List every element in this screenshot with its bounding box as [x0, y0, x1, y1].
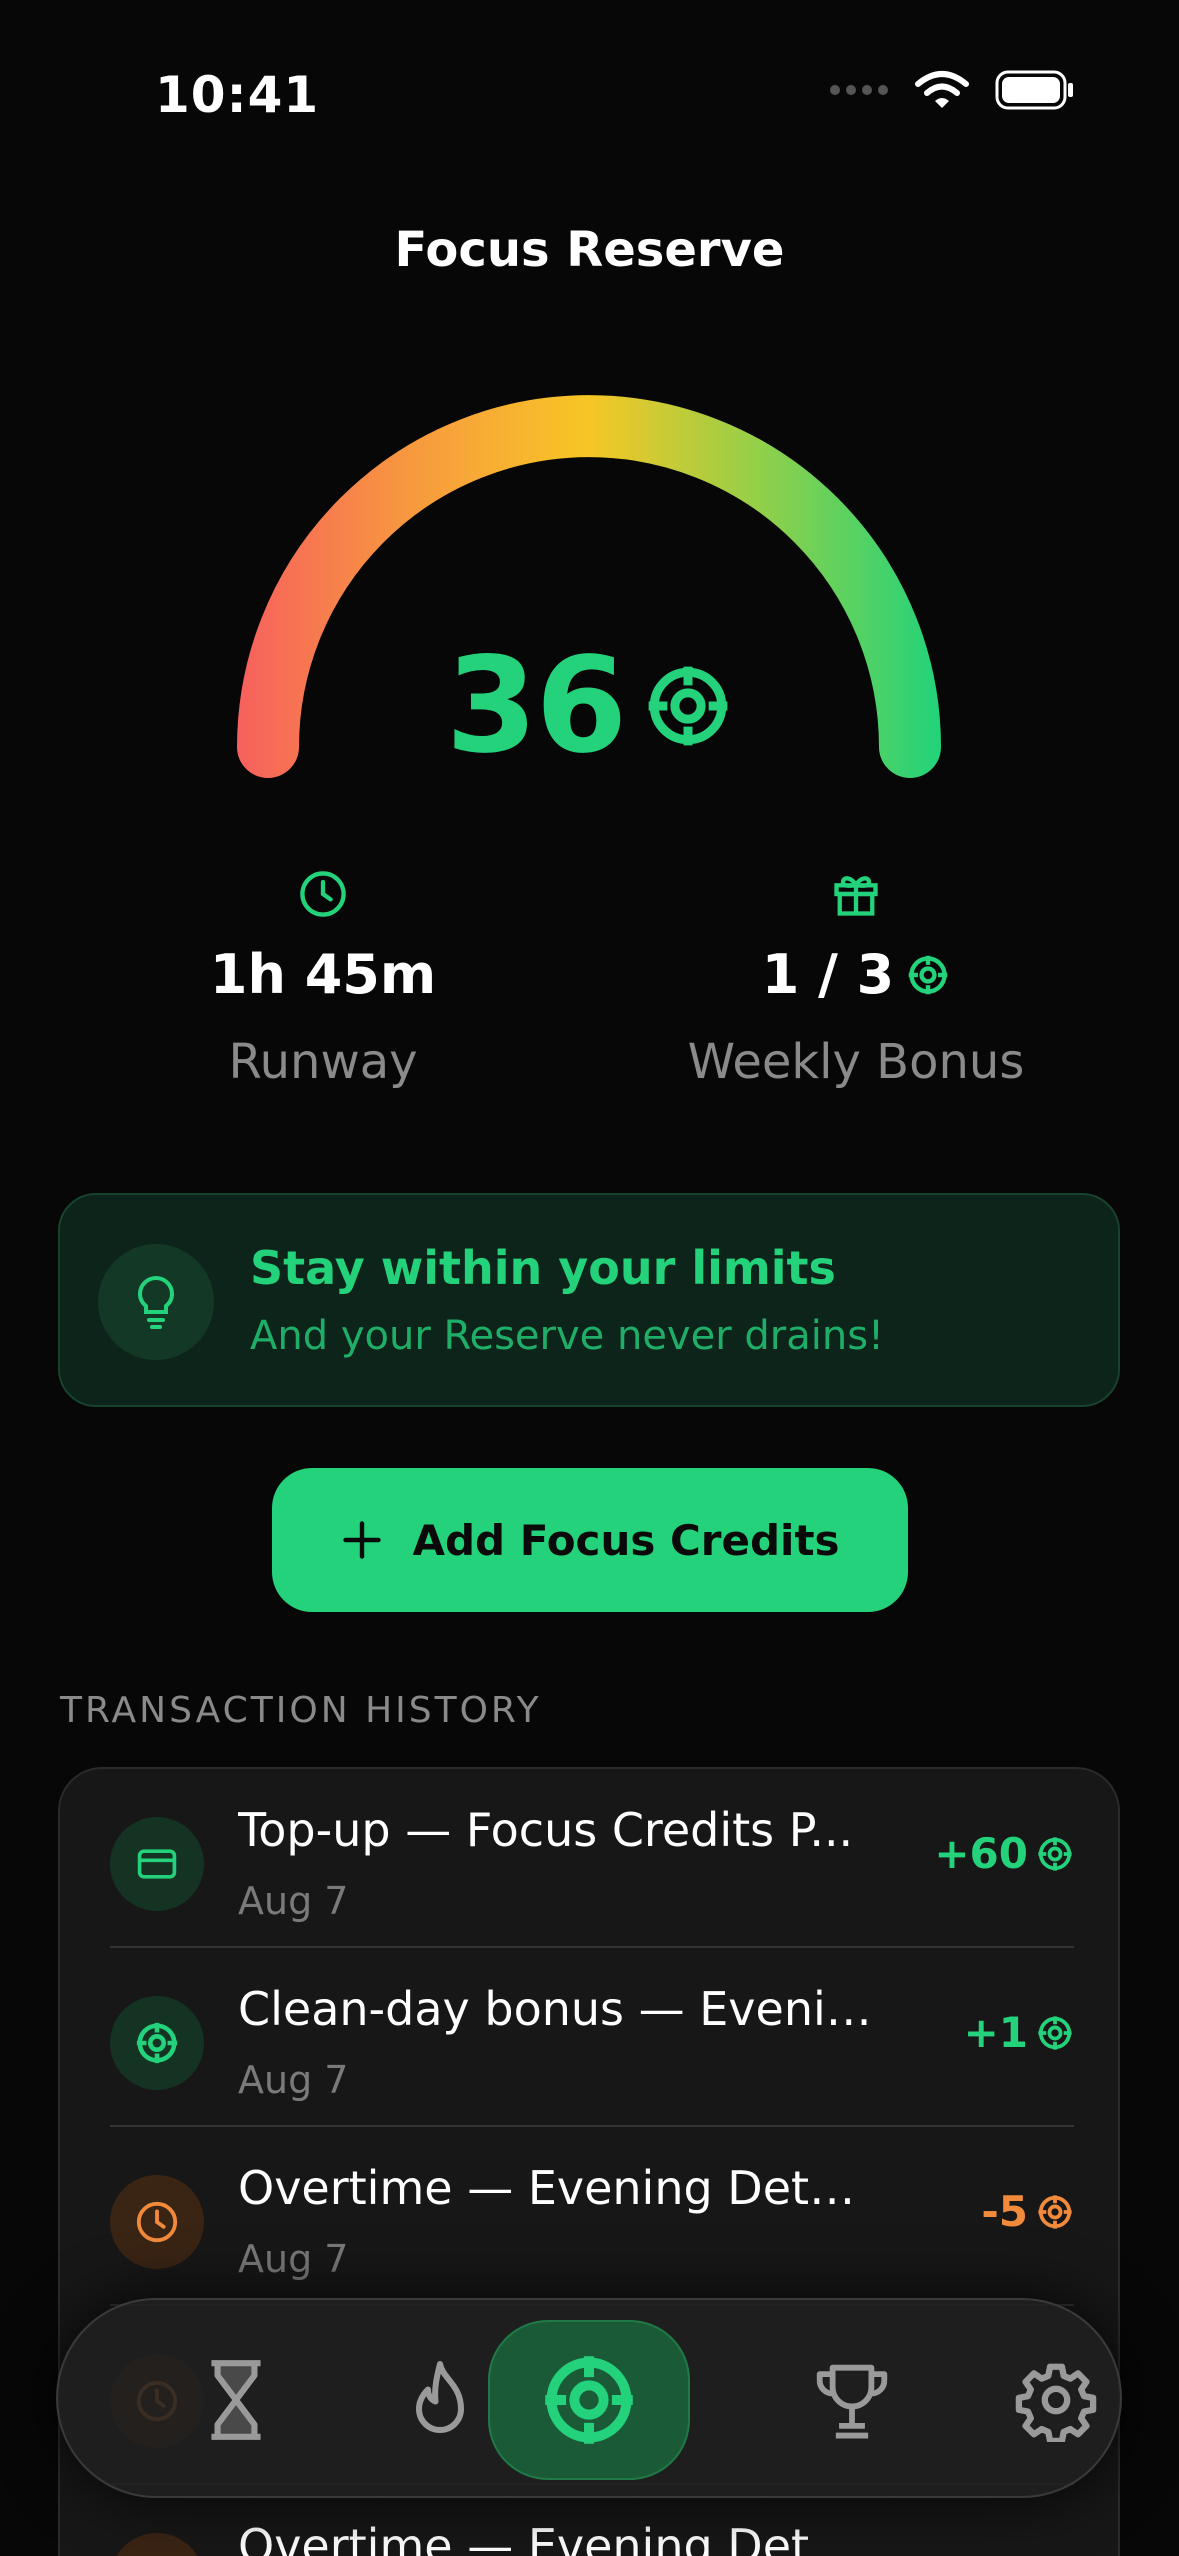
- tab-achievements[interactable]: [772, 2320, 932, 2480]
- clock-icon: [136, 2201, 178, 2243]
- add-focus-credits-label: Add Focus Credits: [412, 1515, 840, 1565]
- page-title: Focus Reserve: [394, 222, 785, 278]
- list-item[interactable]: Overtime — Evening Detox IV Aug 7 -5: [60, 2127, 1118, 2306]
- tx-amount: +60: [934, 1829, 1074, 1878]
- clock-icon: [300, 871, 346, 917]
- focus-credit-icon: [908, 955, 948, 995]
- tip-icon-wrap: [98, 1244, 214, 1360]
- focus-credit-icon: [1038, 2015, 1072, 2050]
- tab-reserve[interactable]: [488, 2320, 690, 2480]
- cellular-signal-icon: [830, 85, 888, 95]
- runway-value: 1h 45m: [209, 943, 437, 1006]
- flame-icon: [416, 2361, 464, 2433]
- tab-timer[interactable]: [156, 2320, 316, 2480]
- tx-icon-wrap: [110, 2533, 204, 2556]
- trophy-icon: [816, 2364, 888, 2439]
- list-item[interactable]: Top-up — Focus Credits P... Aug 7 +60: [60, 1769, 1118, 1948]
- tx-title: Overtime — Evening Detox IV: [238, 2161, 878, 2215]
- tab-settings[interactable]: [976, 2320, 1136, 2480]
- tip-title: Stay within your limits: [250, 1241, 836, 1295]
- tx-date: Aug 7: [238, 1879, 349, 1923]
- add-focus-credits-button[interactable]: Add Focus Credits: [272, 1468, 908, 1612]
- plus-icon: [343, 1521, 382, 1559]
- focus-credit-icon: [1038, 1836, 1072, 1871]
- tx-amount: +1: [964, 2008, 1074, 2057]
- hourglass-icon: [211, 2360, 261, 2440]
- wifi-icon: [915, 71, 969, 108]
- tip-subtitle: And your Reserve never drains!: [250, 1313, 885, 1359]
- weekly-bonus-stat: 1 / 3 Weekly Bonus: [606, 868, 1106, 1090]
- gear-icon: [1015, 2363, 1097, 2442]
- weekly-bonus-label: Weekly Bonus: [687, 1034, 1025, 1090]
- target-icon: [545, 2356, 633, 2444]
- gift-icon: [834, 876, 878, 916]
- gauge-value: 36: [0, 640, 1179, 772]
- status-bar: 10:41: [0, 0, 1179, 190]
- weekly-bonus-value: 1 / 3: [606, 948, 1106, 1002]
- list-item[interactable]: Clean-day bonus — Evenin... Aug 7 +1: [60, 1948, 1118, 2127]
- tx-title: Overtime — Evening Detox IV: [238, 2519, 878, 2556]
- tip-card: Stay within your limits And your Reserve…: [58, 1193, 1120, 1407]
- tx-icon-wrap: [110, 1817, 204, 1911]
- lightbulb-icon: [137, 1276, 175, 1329]
- runway-stat: 1h 45m Runway: [73, 868, 573, 1090]
- tab-bar: [56, 2298, 1122, 2498]
- tx-title: Clean-day bonus — Evenin...: [238, 1982, 878, 2036]
- credit-card-icon: [137, 1849, 177, 1879]
- tx-date: Aug 7: [238, 2237, 349, 2281]
- transaction-history-label: TRANSACTION HISTORY: [60, 1690, 542, 1731]
- focus-credit-icon: [648, 666, 728, 746]
- target-icon: [136, 2022, 178, 2064]
- reserve-balance: 36: [445, 629, 628, 783]
- status-time: 10:41: [155, 66, 320, 124]
- tx-amount: -5: [981, 2187, 1074, 2236]
- battery-icon: [995, 70, 1073, 110]
- tx-title: Top-up — Focus Credits P...: [238, 1803, 854, 1857]
- tx-date: Aug 7: [238, 2058, 349, 2102]
- status-icons: [829, 70, 1075, 110]
- tx-icon-wrap: [110, 1996, 204, 2090]
- runway-label: Runway: [228, 1034, 418, 1090]
- focus-credit-icon: [1038, 2194, 1072, 2229]
- tx-icon-wrap: [110, 2175, 204, 2269]
